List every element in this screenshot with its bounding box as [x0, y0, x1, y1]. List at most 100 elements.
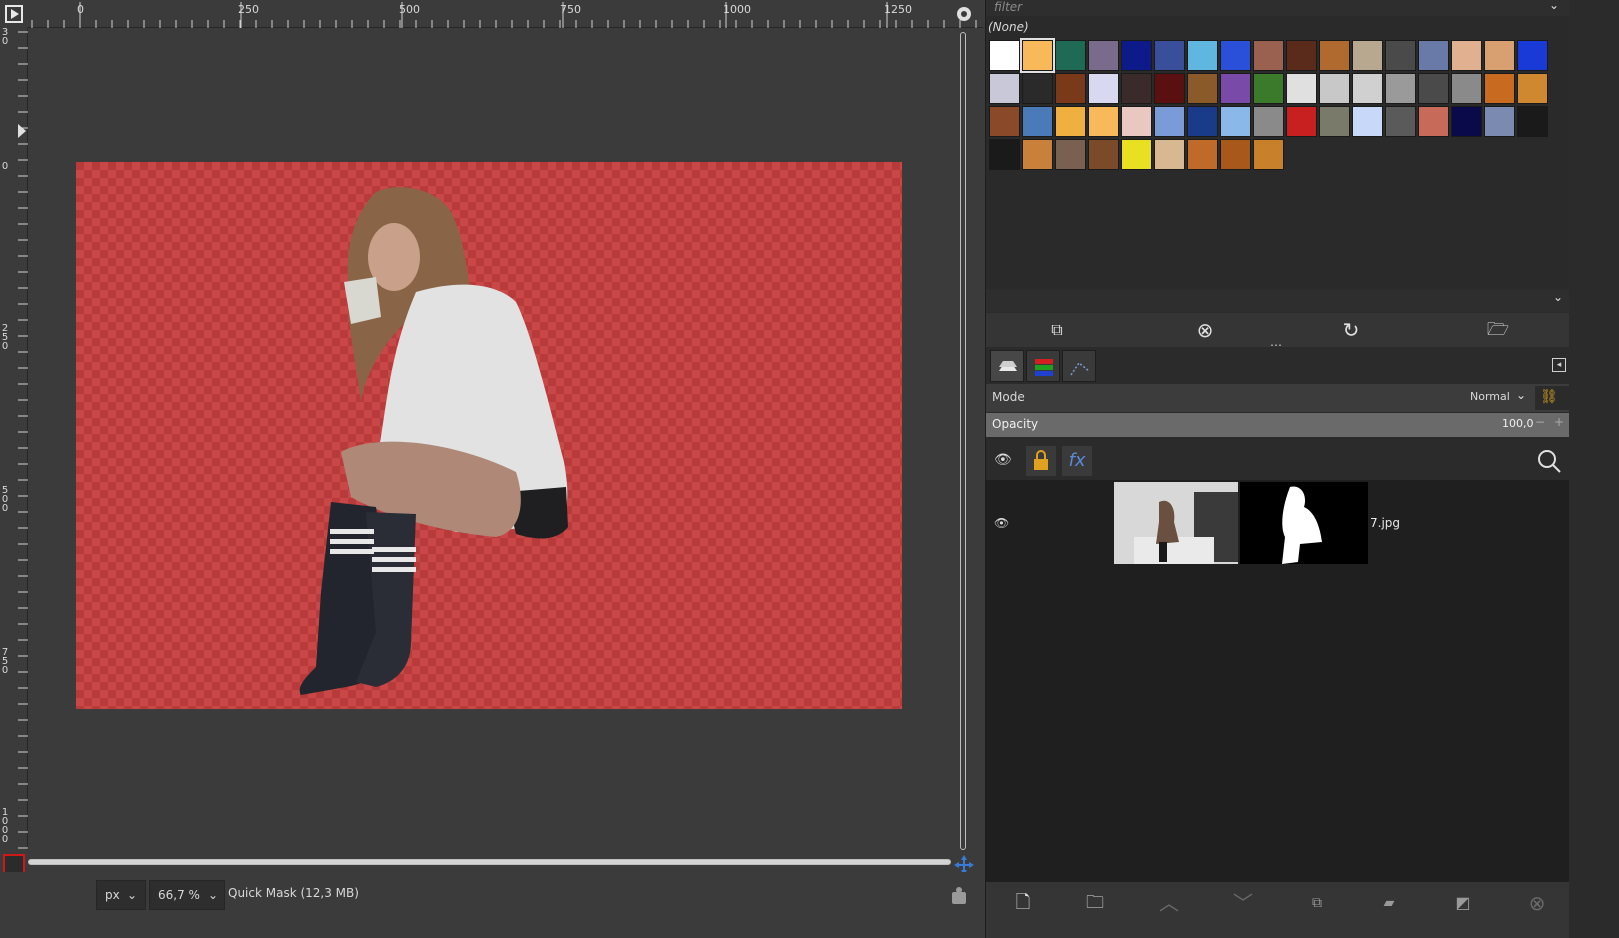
pattern-swatch[interactable] [1187, 73, 1218, 104]
pattern-swatch[interactable] [1187, 106, 1218, 137]
pattern-swatch[interactable] [1286, 106, 1317, 137]
pattern-swatch[interactable] [1484, 40, 1515, 71]
pattern-swatch[interactable] [1319, 73, 1350, 104]
pattern-swatch[interactable] [989, 139, 1020, 170]
layer-mode-row[interactable]: Mode Normal ⌄ ⛓ [986, 384, 1569, 412]
horizontal-ruler[interactable]: 0 250 500 750 1000 1250 [28, 0, 983, 28]
unit-select[interactable]: px ⌄ [96, 880, 146, 910]
pattern-swatch[interactable] [1020, 38, 1055, 73]
pattern-swatch[interactable] [1484, 106, 1515, 137]
pattern-swatch[interactable] [1418, 106, 1449, 137]
pattern-swatch[interactable] [1451, 40, 1482, 71]
duplicate-layer-icon[interactable]: ⧉ [1304, 890, 1330, 916]
chevron-down-icon[interactable]: ⌄ [1516, 388, 1526, 402]
layer-name[interactable]: 7.jpg [1370, 516, 1400, 530]
fx-icon[interactable]: fx [1062, 446, 1092, 476]
horizontal-scrollbar[interactable] [28, 857, 953, 867]
pattern-filter-input[interactable]: filter [986, 0, 1569, 16]
pattern-swatch[interactable] [1517, 106, 1548, 137]
pattern-swatch[interactable] [1220, 73, 1251, 104]
pattern-swatch[interactable] [1352, 73, 1383, 104]
pattern-swatch[interactable] [1055, 73, 1086, 104]
tab-layers[interactable] [990, 350, 1024, 382]
pattern-swatch[interactable] [1088, 40, 1119, 71]
new-layer-group-icon[interactable]: 🗀 [1082, 890, 1108, 916]
pattern-swatch[interactable] [1055, 106, 1086, 137]
pattern-swatch[interactable] [1385, 40, 1416, 71]
duplicate-icon[interactable]: ⧉ [1044, 317, 1070, 343]
layer-mask-thumbnail[interactable] [1240, 482, 1368, 564]
vertical-scrollbar-thumb[interactable] [960, 32, 966, 850]
pattern-swatch[interactable] [989, 40, 1020, 71]
open-folder-icon[interactable]: 🗁 [1485, 317, 1511, 343]
pattern-swatch[interactable] [1220, 139, 1251, 170]
new-layer-icon[interactable]: 🗋 [1010, 890, 1036, 916]
pattern-swatch[interactable] [1253, 73, 1284, 104]
pattern-swatch[interactable] [1121, 139, 1152, 170]
pattern-swatch[interactable] [989, 106, 1020, 137]
pattern-swatch[interactable] [1418, 40, 1449, 71]
pattern-swatch[interactable] [1154, 73, 1185, 104]
add-mask-icon[interactable]: ◩ [1450, 890, 1476, 916]
opacity-value[interactable]: 100,0 [1502, 417, 1534, 430]
pattern-swatch[interactable] [1319, 106, 1350, 137]
configure-tab-icon[interactable]: ◂ [1552, 358, 1566, 372]
pattern-swatch[interactable] [1286, 40, 1317, 71]
pattern-swatch[interactable] [1154, 40, 1185, 71]
pattern-swatch[interactable] [1088, 73, 1119, 104]
pattern-swatch[interactable] [1022, 106, 1053, 137]
pattern-swatch[interactable] [1187, 139, 1218, 170]
pointer-info-icon[interactable] [948, 884, 970, 906]
lower-layer-icon[interactable]: ﹀ [1230, 890, 1256, 916]
chevron-down-icon[interactable]: ⌄ [1553, 290, 1563, 304]
pattern-swatch[interactable] [1022, 73, 1053, 104]
pattern-swatch[interactable] [1286, 73, 1317, 104]
image-canvas[interactable] [76, 162, 902, 709]
delete-layer-icon[interactable]: ⊗ [1524, 890, 1550, 916]
pattern-swatch[interactable] [1253, 106, 1284, 137]
pattern-swatch[interactable] [1319, 40, 1350, 71]
pattern-swatch[interactable] [1517, 40, 1548, 71]
navigation-menu-button[interactable] [0, 0, 28, 28]
zoom-settings-icon[interactable] [953, 3, 975, 25]
refresh-icon[interactable]: ↻ [1338, 317, 1364, 343]
pattern-swatch[interactable] [1088, 106, 1119, 137]
pattern-swatch[interactable] [1220, 106, 1251, 137]
pattern-swatch[interactable] [1418, 73, 1449, 104]
pattern-swatch[interactable] [1352, 106, 1383, 137]
pattern-swatch[interactable] [1451, 106, 1482, 137]
opacity-increase-button[interactable]: + [1554, 415, 1564, 429]
pattern-swatch[interactable] [1517, 73, 1548, 104]
pattern-swatch[interactable] [989, 73, 1020, 104]
pattern-swatch[interactable] [1253, 40, 1284, 71]
zoom-select[interactable]: 66,7 % ⌄ [149, 880, 225, 910]
pattern-swatch[interactable] [1352, 40, 1383, 71]
search-icon[interactable] [1536, 448, 1562, 474]
horizontal-scrollbar-thumb[interactable] [28, 859, 951, 865]
tab-paths[interactable] [1062, 350, 1096, 382]
pattern-swatch[interactable] [1253, 139, 1284, 170]
eye-icon[interactable]: 👁 [994, 516, 1009, 530]
pattern-swatch[interactable] [1187, 40, 1218, 71]
vertical-ruler[interactable]: 30 0 250 500 750 1000 [0, 28, 28, 850]
pattern-swatch[interactable] [1484, 73, 1515, 104]
mode-select[interactable]: Normal [1470, 390, 1510, 403]
pattern-swatch[interactable] [1055, 40, 1086, 71]
pattern-swatch[interactable] [1220, 40, 1251, 71]
chevron-down-icon[interactable]: ⌄ [1544, 0, 1564, 14]
opacity-slider[interactable]: Opacity 100,0 − + [986, 413, 1569, 437]
pattern-swatch[interactable] [1451, 73, 1482, 104]
pattern-swatch[interactable] [1088, 139, 1119, 170]
delete-icon[interactable]: ⊗ [1192, 317, 1218, 343]
composite-mode-button[interactable]: ⛓ [1535, 386, 1569, 410]
pattern-swatch[interactable] [1022, 139, 1053, 170]
lock-button[interactable] [1026, 446, 1056, 476]
pattern-swatch[interactable] [1385, 73, 1416, 104]
pattern-swatch[interactable] [1154, 139, 1185, 170]
pattern-swatch[interactable] [1154, 106, 1185, 137]
eye-icon[interactable]: 👁 [994, 452, 1014, 470]
pattern-swatch[interactable] [1055, 139, 1086, 170]
pattern-swatch[interactable] [1121, 106, 1152, 137]
pattern-swatch[interactable] [1385, 106, 1416, 137]
tab-channels[interactable] [1026, 350, 1060, 382]
